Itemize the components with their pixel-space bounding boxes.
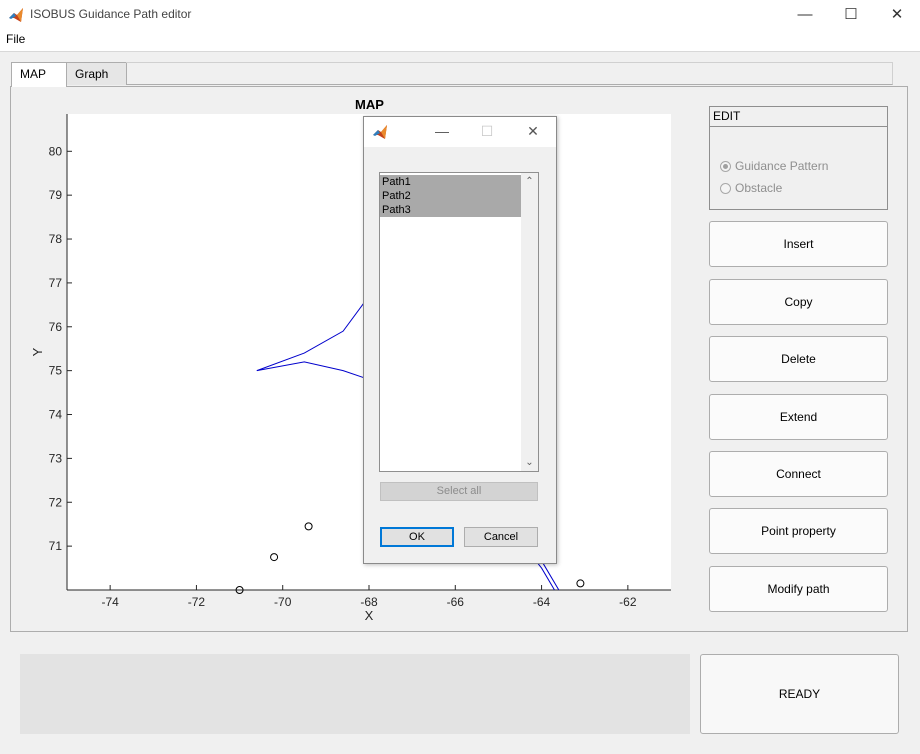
ready-button[interactable]: READY	[700, 654, 899, 734]
list-item[interactable]: Path3	[380, 203, 521, 217]
radio-checked-icon[interactable]	[720, 161, 731, 172]
y-tick-label: 79	[49, 188, 63, 202]
y-axis-label: Y	[30, 347, 45, 356]
radio-label-obstacle: Obstacle	[735, 181, 783, 195]
y-tick-label: 80	[49, 144, 63, 158]
extend-button[interactable]: Extend	[709, 394, 888, 440]
dialog-title-bar: — ☐ ✕	[364, 117, 556, 147]
matlab-logo-icon	[373, 125, 387, 139]
x-tick-label: -68	[360, 595, 378, 609]
listbox-scrollbar[interactable]: ⌃ ⌄	[521, 173, 538, 471]
ok-button[interactable]: OK	[380, 527, 454, 547]
y-tick-label: 76	[49, 320, 63, 334]
status-area	[20, 654, 690, 734]
y-tick-label: 72	[49, 495, 63, 509]
scroll-up-icon[interactable]: ⌃	[521, 173, 538, 190]
x-axis-label: X	[365, 608, 374, 623]
dialog-minimize-button[interactable]: —	[422, 117, 462, 147]
y-tick-label: 73	[49, 451, 63, 465]
edit-panel-title: EDIT	[710, 107, 887, 127]
select-all-button[interactable]: Select all	[380, 482, 538, 501]
radio-unchecked-icon[interactable]	[720, 183, 731, 194]
modify-path-button[interactable]: Modify path	[709, 566, 888, 612]
radio-label-guidance-pattern: Guidance Pattern	[735, 159, 829, 173]
y-tick-label: 77	[49, 276, 63, 290]
x-tick-label: -70	[274, 595, 292, 609]
cancel-button[interactable]: Cancel	[464, 527, 538, 547]
insert-button[interactable]: Insert	[709, 221, 888, 267]
copy-button[interactable]: Copy	[709, 279, 888, 325]
connect-button[interactable]: Connect	[709, 451, 888, 497]
list-item[interactable]: Path2	[380, 189, 521, 203]
y-tick-label: 71	[49, 539, 63, 553]
radio-guidance-pattern[interactable]: Guidance Pattern	[720, 159, 828, 173]
point-property-button[interactable]: Point property	[709, 508, 888, 554]
dialog-close-button[interactable]: ✕	[513, 117, 553, 147]
tab-map[interactable]: MAP	[11, 62, 67, 87]
path-listbox[interactable]: Path1 Path2 Path3 ⌃ ⌄	[379, 172, 539, 472]
x-tick-label: -72	[188, 595, 206, 609]
path-select-dialog: — ☐ ✕ Path1 Path2 Path3 ⌃ ⌄ Select all O…	[363, 116, 557, 564]
scroll-down-icon[interactable]: ⌄	[521, 454, 538, 471]
x-tick-label: -66	[447, 595, 465, 609]
radio-obstacle[interactable]: Obstacle	[720, 181, 782, 195]
dialog-maximize-button: ☐	[480, 123, 494, 139]
x-tick-label: -62	[619, 595, 637, 609]
list-item[interactable]: Path1	[380, 175, 521, 189]
x-tick-label: -64	[533, 595, 551, 609]
delete-button[interactable]: Delete	[709, 336, 888, 382]
x-tick-label: -74	[101, 595, 119, 609]
y-tick-label: 75	[49, 364, 63, 378]
edit-panel: EDIT Guidance Pattern Obstacle	[709, 106, 888, 210]
y-tick-label: 78	[49, 232, 63, 246]
y-tick-label: 74	[49, 408, 63, 422]
